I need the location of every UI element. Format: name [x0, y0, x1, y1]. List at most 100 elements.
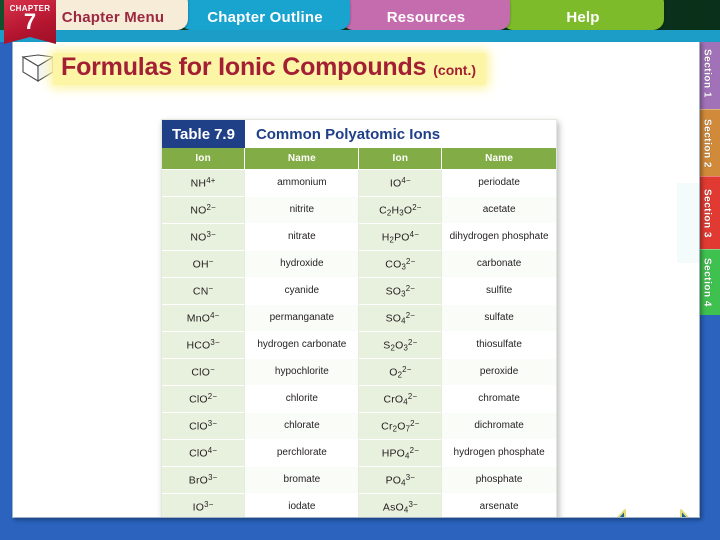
cell-ion-right: O22− — [358, 358, 442, 386]
cell-ion-right: S2O32− — [358, 331, 442, 359]
cell-ion-right: SO32− — [358, 277, 442, 305]
cell-name-left: cyanide — [244, 277, 359, 305]
column-header-name-left: Name — [244, 148, 360, 170]
cell-name-left: hydroxide — [244, 250, 359, 278]
cell-name-right: thiosulfate — [441, 331, 556, 359]
cell-ion-right: IO4− — [358, 169, 442, 197]
sidebar-item-section-2-label: Section 2 — [701, 118, 713, 168]
cell-name-left: chlorate — [244, 412, 359, 440]
cell-name-right: acetate — [441, 196, 556, 224]
table-row: NO2− nitrite C2H3O2− acetate — [162, 196, 556, 224]
slide-content-panel: Formulas for Ionic Compounds (cont.) Tab… — [12, 40, 700, 518]
cell-ion-left: CN− — [162, 277, 245, 305]
cell-name-right: carbonate — [441, 250, 556, 278]
table-row: OH− hydroxide CO32− carbonate — [162, 250, 556, 278]
cell-ion-right: AsO43− — [358, 493, 442, 517]
page-title-continued: (cont.) — [433, 62, 477, 78]
page-fold-icon — [21, 54, 55, 82]
table-row: NH4+ ammonium IO4− periodate — [162, 169, 556, 197]
cell-ion-right: C2H3O2− — [358, 196, 442, 224]
chapter-badge: CHAPTER 7 — [4, 0, 56, 48]
cell-name-left: chlorite — [244, 385, 359, 413]
cell-ion-left: BrO3− — [162, 466, 245, 494]
table-row: ClO− hypochlorite O22− peroxide — [162, 358, 556, 386]
table-row: CN− cyanide SO32− sulfite — [162, 277, 556, 305]
cell-name-left: nitrate — [244, 223, 359, 251]
cell-ion-left: NH4+ — [162, 169, 245, 197]
cell-ion-left: HCO3− — [162, 331, 245, 359]
cell-ion-right: SO42− — [358, 304, 442, 332]
cell-name-left: permanganate — [244, 304, 359, 332]
tab-chapter-outline[interactable]: Chapter Outline — [180, 0, 350, 30]
table-number-label: Table — [172, 125, 211, 143]
cell-ion-left: ClO4− — [162, 439, 245, 467]
cell-name-left: nitrite — [244, 196, 359, 224]
cell-name-right: arsenate — [441, 493, 556, 517]
cell-ion-left: MnO4− — [162, 304, 245, 332]
cell-name-left: ammonium — [244, 169, 359, 197]
cell-ion-left: ClO3− — [162, 412, 245, 440]
table-row: IO3− iodate AsO43− arsenate — [162, 493, 556, 517]
top-tab-bar: Chapter Menu Chapter Outline Resources H… — [0, 0, 720, 32]
cell-ion-right: CrO42− — [358, 385, 442, 413]
table-grid: Ion Name Ion Name NH4+ ammonium IO4− period… — [162, 148, 556, 517]
column-header-ion-right: Ion — [358, 148, 443, 170]
cell-ion-right: CO32− — [358, 250, 442, 278]
cell-name-right: sulfate — [441, 304, 556, 332]
table-title-row: Table 7.9 Common Polyatomic Ions — [162, 120, 556, 148]
cell-ion-right: Cr2O72− — [358, 412, 442, 440]
sidebar-item-section-1-label: Section 1 — [701, 48, 713, 98]
tab-help[interactable]: Help — [502, 0, 664, 30]
table-row: ClO4− perchlorate HPO42− hydrogen phosphate — [162, 439, 556, 467]
next-arrow-icon[interactable] — [655, 508, 697, 518]
page-title: Formulas for Ionic Compounds (cont.) — [53, 53, 487, 85]
tab-resources[interactable]: Resources — [342, 0, 510, 30]
cell-ion-right: PO43− — [358, 466, 442, 494]
table-number-badge: Table 7.9 — [162, 120, 245, 148]
table-body: NH4+ ammonium IO4− periodate NO2− nitrite C2H3… — [162, 169, 556, 517]
cell-ion-left: OH− — [162, 250, 245, 278]
tab-resources-label: Resources — [386, 9, 466, 26]
table-row: ClO2− chlorite CrO42− chromate — [162, 385, 556, 413]
cell-name-right: dichromate — [441, 412, 556, 440]
cell-ion-right: HPO42− — [358, 439, 442, 467]
cell-name-right: sulfite — [441, 277, 556, 305]
teal-divider-strip — [0, 30, 720, 42]
cell-ion-left: IO3− — [162, 493, 245, 517]
column-header-ion-left: Ion — [162, 148, 246, 170]
panel-edge-band — [677, 183, 699, 263]
tab-chapter-menu-label: Chapter Menu — [61, 9, 165, 26]
cell-name-right: hydrogen phosphate — [441, 439, 556, 467]
cell-name-right: chromate — [441, 385, 556, 413]
cell-ion-left: NO3− — [162, 223, 245, 251]
chapter-badge-number: 7 — [23, 9, 37, 34]
cell-name-left: perchlorate — [244, 439, 359, 467]
cell-name-right: periodate — [441, 169, 556, 197]
table-row: NO3− nitrate H2PO4− dihydrogen phosphate — [162, 223, 556, 251]
cell-ion-left: ClO2− — [162, 385, 245, 413]
sidebar-item-section-4-label: Section 4 — [701, 258, 713, 307]
sidebar-item-section-3-label: Section 3 — [701, 188, 713, 238]
cell-name-left: hypochlorite — [244, 358, 359, 386]
navigation-arrows — [609, 505, 697, 518]
table-header-row: Ion Name Ion Name — [162, 148, 556, 170]
tab-chapter-menu[interactable]: Chapter Menu — [38, 0, 188, 30]
table-row: HCO3− hydrogen carbonate S2O32− thiosulfate — [162, 331, 556, 359]
cell-name-left: hydrogen carbonate — [244, 331, 359, 359]
polyatomic-ions-table: Table 7.9 Common Polyatomic Ions Ion Nam… — [161, 119, 557, 517]
cell-name-left: iodate — [244, 493, 359, 517]
table-row: MnO4− permanganate SO42− sulfate — [162, 304, 556, 332]
cell-name-right: phosphate — [441, 466, 556, 494]
previous-arrow-icon[interactable] — [609, 508, 651, 518]
tab-chapter-outline-label: Chapter Outline — [207, 9, 323, 26]
column-header-name-right: Name — [441, 148, 556, 170]
cell-ion-right: H2PO4− — [358, 223, 442, 251]
cell-name-left: bromate — [244, 466, 359, 494]
cell-ion-left: NO2− — [162, 196, 245, 224]
table-row: ClO3− chlorate Cr2O72− dichromate — [162, 412, 556, 440]
table-caption: Common Polyatomic Ions — [255, 125, 441, 143]
table-number-value: 7.9 — [214, 125, 235, 143]
presentation-window: Chapter Menu Chapter Outline Resources H… — [0, 0, 720, 540]
tab-help-label: Help — [566, 9, 600, 26]
table-row: BrO3− bromate PO43− phosphate — [162, 466, 556, 494]
